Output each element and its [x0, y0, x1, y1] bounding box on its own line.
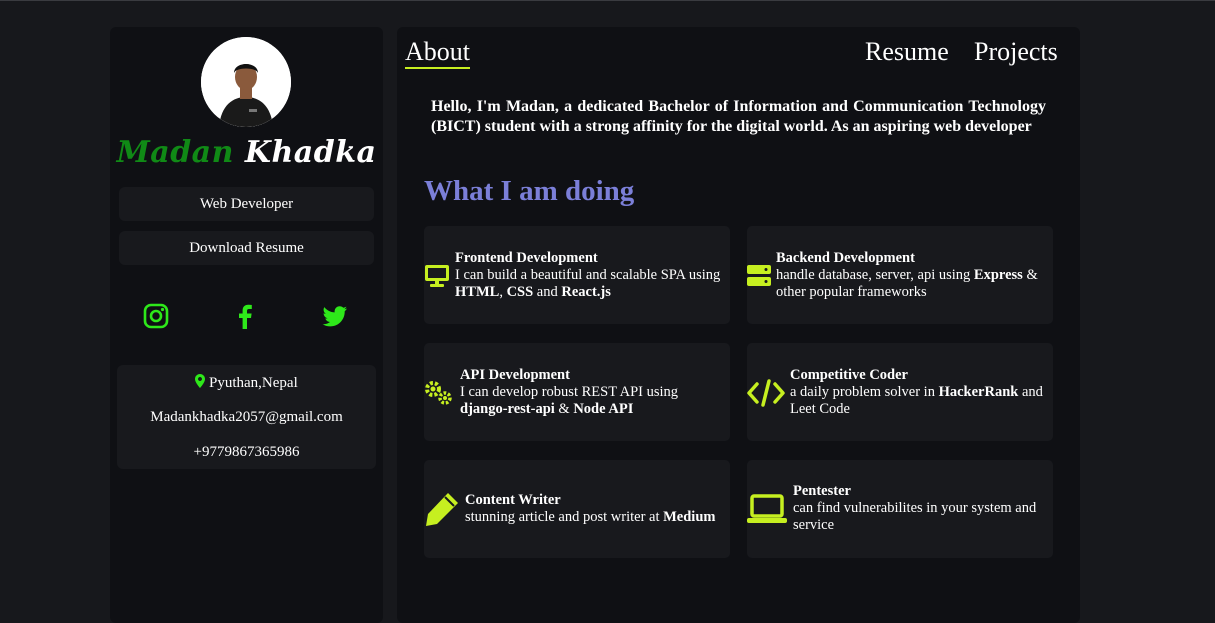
- contact-card: Pyuthan,Nepal Madankhadka2057@gmail.com …: [117, 365, 376, 469]
- service-text: Pentester can find vulnerabilites in you…: [793, 483, 1045, 534]
- service-card-frontend: Frontend Development I can build a beaut…: [424, 226, 730, 324]
- avatar: [201, 37, 291, 127]
- role-badge: Web Developer: [119, 187, 374, 221]
- service-description: stunning article and post writer at Medi…: [465, 509, 716, 525]
- profile-name: Madan Khadka: [110, 135, 383, 170]
- service-card-writer: Content Writer stunning article and post…: [424, 460, 730, 558]
- location-row: Pyuthan,Nepal: [117, 374, 376, 393]
- tab-resume[interactable]: Resume: [865, 37, 949, 67]
- download-resume-button[interactable]: Download Resume: [119, 231, 374, 265]
- service-title: Pentester: [793, 483, 851, 499]
- service-card-pentester: Pentester can find vulnerabilites in you…: [747, 460, 1053, 558]
- service-description: handle database, server, api using Expre…: [776, 267, 1038, 300]
- service-text: Backend Development handle database, ser…: [776, 250, 1045, 301]
- service-text: Content Writer stunning article and post…: [465, 492, 722, 526]
- email-text: Madankhadka2057@gmail.com: [150, 409, 343, 425]
- last-name: Khadka: [244, 135, 377, 170]
- location-text: Pyuthan,Nepal: [209, 375, 298, 391]
- service-title: Competitive Coder: [790, 367, 908, 383]
- service-card-backend: Backend Development handle database, ser…: [747, 226, 1053, 324]
- monitor-icon: [424, 264, 450, 293]
- code-icon: [747, 378, 785, 413]
- instagram-icon[interactable]: [143, 303, 169, 329]
- laptop-icon: [747, 494, 787, 529]
- service-text: Frontend Development I can build a beaut…: [455, 250, 722, 301]
- server-icon: [747, 264, 771, 293]
- pen-icon: [424, 491, 460, 532]
- map-pin-icon: [195, 374, 206, 393]
- service-description: a daily problem solver in HackerRank and…: [790, 384, 1043, 417]
- service-description: I can develop robust REST API using djan…: [460, 384, 679, 417]
- service-card-competitive: Competitive Coder a daily problem solver…: [747, 343, 1053, 441]
- tab-projects[interactable]: Projects: [974, 37, 1058, 67]
- gears-icon: [424, 380, 454, 411]
- service-title: Backend Development: [776, 250, 915, 266]
- service-description: can find vulnerabilites in your system a…: [793, 500, 1037, 533]
- first-name: Madan: [116, 135, 234, 170]
- intro-paragraph: Hello, I'm Madan, a dedicated Bachelor o…: [431, 98, 1046, 135]
- social-links: [110, 303, 383, 329]
- facebook-icon[interactable]: [232, 303, 258, 329]
- service-title: Content Writer: [465, 492, 561, 508]
- service-title: API Development: [460, 367, 570, 383]
- section-title: What I am doing: [424, 175, 635, 207]
- service-card-api: API Development I can develop robust RES…: [424, 343, 730, 441]
- phone-text: +9779867365986: [193, 444, 300, 460]
- profile-sidebar: Madan Khadka Web Developer Download Resu…: [110, 27, 383, 623]
- service-text: API Development I can develop robust RES…: [460, 367, 722, 418]
- service-text: Competitive Coder a daily problem solver…: [790, 367, 1045, 418]
- service-title: Frontend Development: [455, 250, 598, 266]
- service-description: I can build a beautiful and scalable SPA…: [455, 267, 721, 300]
- top-divider: [0, 0, 1215, 1]
- main-panel: About Resume Projects Hello, I'm Madan, …: [397, 27, 1080, 623]
- tab-about[interactable]: About: [405, 37, 470, 69]
- twitter-icon[interactable]: [322, 303, 348, 329]
